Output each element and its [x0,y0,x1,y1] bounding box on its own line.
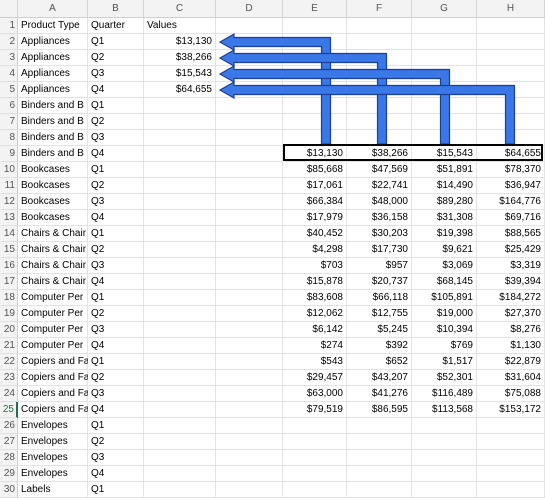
spreadsheet[interactable]: ABCDEFGH 1 2 3 4 5 6 7 8 9 10 11 12 13 14 15 16 17 18 19 20… [0,0,545,498]
arrows-overlay [218,32,516,145]
cell-a30[interactable]: Labels [18,482,88,498]
reference-arrow-3 [218,64,451,145]
row9-outline-box [283,144,543,161]
cell-b30[interactable]: Q1 [88,482,144,498]
reference-arrow-2 [218,48,388,145]
row-header-30[interactable]: 30 [0,482,18,498]
reference-arrow-4 [218,80,516,145]
